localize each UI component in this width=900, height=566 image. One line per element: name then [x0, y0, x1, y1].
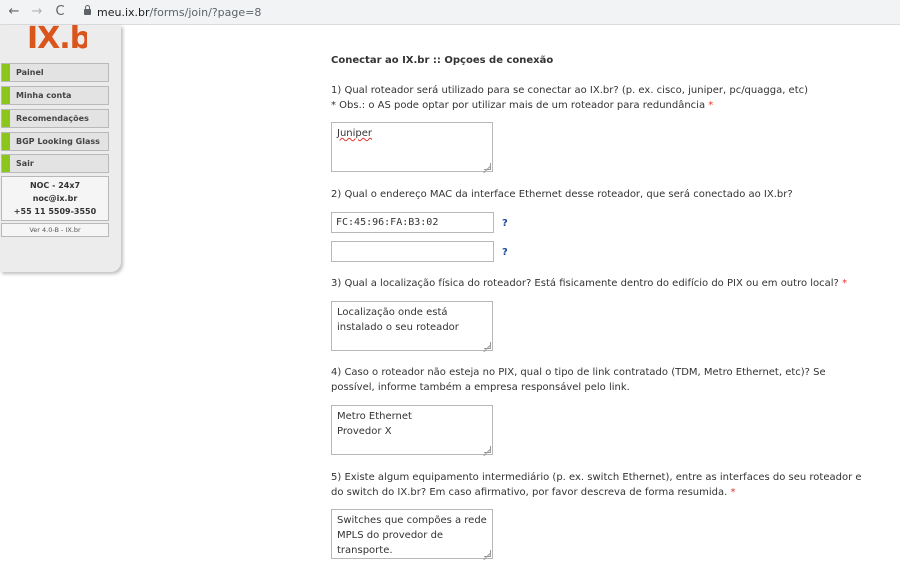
required-marker: *	[842, 278, 848, 289]
intermediate-equipment-line: MPLS do provedor de	[337, 530, 444, 541]
mac-address-input-2[interactable]	[331, 241, 494, 262]
sidebar-item-label: BGP Looking Glass	[16, 137, 100, 146]
noc-phone: +55 11 5509-3550	[13, 207, 97, 216]
forward-arrow-icon[interactable]: →	[28, 3, 46, 21]
question-4: 4) Caso o roteador não esteja no PIX, qu…	[331, 365, 881, 395]
question-5-text: 5) Existe algum equipamento intermediári…	[331, 472, 862, 483]
question-2: 2) Qual o endereço MAC da interface Ethe…	[331, 187, 881, 202]
router-textarea[interactable]: Juniper	[331, 122, 493, 172]
reload-icon[interactable]: C	[51, 3, 69, 21]
lock-icon	[84, 5, 91, 15]
question-1-note: * Obs.: o AS pode optar por utilizar mai…	[331, 98, 881, 113]
address-bar[interactable]: meu.ix.br/forms/join/?page=8	[76, 3, 894, 22]
question-4-text: possível, informe também a empresa respo…	[331, 382, 630, 393]
intermediate-equipment-line: Switches que compões a rede	[337, 515, 487, 526]
noc-email[interactable]: noc@ix.br	[2, 192, 108, 205]
menu-accent-bar	[2, 64, 10, 81]
question-3-text: 3) Qual a localização física do roteador…	[331, 278, 839, 289]
url-path: /forms/join/?page=8	[149, 6, 262, 19]
question-3: 3) Qual a localização física do roteador…	[331, 276, 881, 291]
question-5-text-2: do switch do IX.br? Em caso afirmativo, …	[331, 485, 881, 500]
mac-help-icon[interactable]: ?	[502, 247, 508, 258]
question-1: 1) Qual roteador será utilizado para se …	[331, 83, 881, 113]
intermediate-equipment-line: transporte.	[337, 545, 393, 556]
resize-handle-icon[interactable]	[484, 163, 491, 170]
resize-handle-icon[interactable]	[484, 446, 491, 453]
sidebar-item-bgp-looking-glass[interactable]: BGP Looking Glass	[1, 132, 109, 151]
url-host: meu.ix.br	[97, 6, 150, 19]
intermediate-equipment-textarea[interactable]: Switches que compões a rede MPLS do prov…	[331, 509, 493, 559]
sidebar-item-sair[interactable]: Sair	[1, 154, 109, 173]
required-marker: *	[730, 487, 736, 498]
sidebar-item-label: Recomendações	[16, 114, 89, 123]
router-textarea-value: Juniper	[337, 128, 373, 139]
browser-toolbar: ← → C meu.ix.br/forms/join/?page=8	[0, 0, 900, 25]
location-textarea-line: Localização onde está	[337, 307, 448, 318]
link-type-textarea[interactable]: Metro Ethernet Provedor X	[331, 405, 493, 455]
resize-handle-icon[interactable]	[484, 342, 491, 349]
back-arrow-icon[interactable]: ←	[5, 3, 23, 21]
sidebar-item-label: Sair	[16, 159, 34, 168]
sidebar-item-painel[interactable]: Painel	[1, 63, 109, 82]
location-textarea[interactable]: Localização onde está instalado o seu ro…	[331, 301, 493, 351]
link-type-textarea-line: Provedor X	[337, 426, 392, 437]
menu-accent-bar	[2, 133, 10, 150]
menu-accent-bar	[2, 110, 10, 127]
menu-accent-bar	[2, 87, 10, 104]
location-textarea-line: instalado o seu roteador	[337, 322, 459, 333]
resize-handle-icon[interactable]	[484, 550, 491, 557]
menu-accent-bar	[2, 155, 10, 172]
question-4-text: 4) Caso o roteador não esteja no PIX, qu…	[331, 367, 826, 378]
link-type-textarea-line: Metro Ethernet	[337, 411, 412, 422]
sidebar-item-label: Painel	[16, 68, 44, 77]
required-marker: *	[708, 100, 714, 111]
mac-address-input-1[interactable]: FC:45:96:FA:B3:02	[331, 212, 494, 233]
sidebar-item-label: Minha conta	[16, 91, 72, 100]
sidebar: IX.br Painel Minha conta Recomendações B…	[0, 25, 121, 272]
version-label: Ver 4.0-B - IX.br	[1, 223, 109, 237]
sidebar-item-recomendacoes[interactable]: Recomendações	[1, 109, 109, 128]
noc-contact-box: NOC - 24x7 noc@ix.br +55 11 5509-3550	[1, 176, 109, 221]
sidebar-item-minha-conta[interactable]: Minha conta	[1, 86, 109, 105]
question-1-note-text: * Obs.: o AS pode optar por utilizar mai…	[331, 100, 706, 111]
mac-help-icon[interactable]: ?	[502, 218, 508, 229]
question-2-text: 2) Qual o endereço MAC da interface Ethe…	[331, 189, 793, 200]
question-5: 5) Existe algum equipamento intermediári…	[331, 470, 881, 500]
noc-title: NOC - 24x7	[29, 181, 81, 190]
page-title: Conectar ao IX.br :: Opçoes de conexão	[331, 55, 554, 66]
ixbr-logo[interactable]: IX.br	[27, 25, 87, 57]
question-1-text: 1) Qual roteador será utilizado para se …	[331, 85, 809, 96]
question-5-text: do switch do IX.br? Em caso afirmativo, …	[331, 487, 728, 498]
